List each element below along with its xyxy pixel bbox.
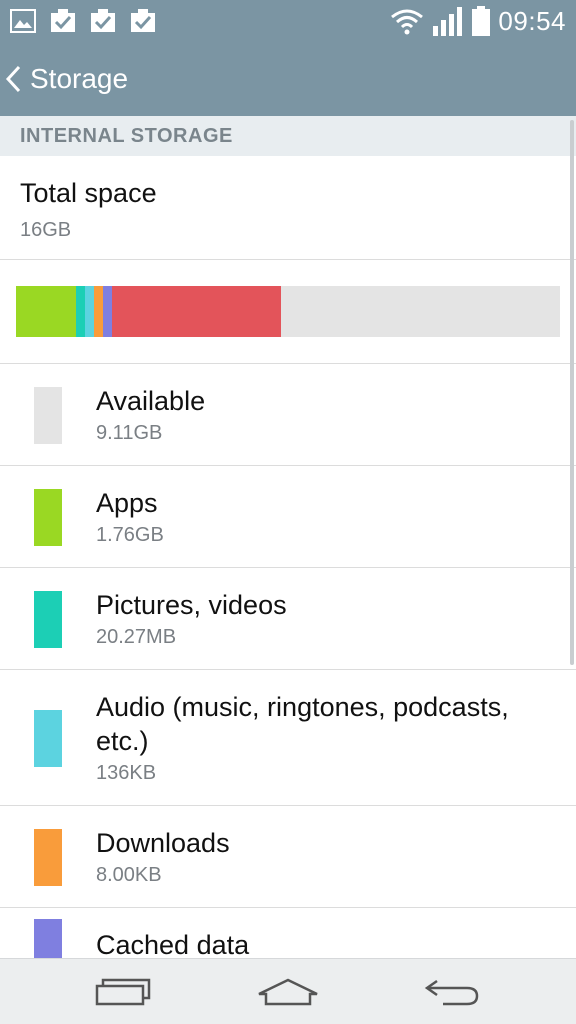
task-check-icon	[91, 9, 115, 32]
usage-segment	[112, 286, 281, 337]
usage-segment	[103, 286, 112, 337]
image-icon	[10, 9, 36, 33]
back-button[interactable]	[413, 967, 493, 1017]
storage-category-item[interactable]: Pictures, videos 20.27MB	[0, 568, 576, 670]
navigation-bar	[0, 958, 576, 1024]
task-check-icon	[51, 9, 75, 32]
category-size: 1.76GB	[96, 524, 164, 546]
category-color-swatch	[34, 591, 62, 648]
category-title: Available	[96, 386, 206, 416]
section-header-label: INTERNAL STORAGE	[20, 124, 233, 147]
total-space-label: Total space	[20, 178, 157, 208]
category-title: Audio (music, ringtones, podcasts, etc.)	[96, 692, 509, 756]
signal-icon	[433, 7, 463, 36]
wifi-icon	[391, 9, 424, 35]
category-color-swatch	[34, 829, 62, 886]
category-title: Pictures, videos	[96, 590, 287, 620]
recent-apps-icon	[95, 978, 150, 1005]
storage-category-item[interactable]: Available 9.11GB	[0, 364, 576, 466]
home-icon	[258, 978, 318, 1005]
storage-usage-bar	[16, 286, 560, 337]
usage-segment	[94, 286, 103, 337]
storage-category-item[interactable]: Apps 1.76GB	[0, 466, 576, 568]
category-title: Cached data	[96, 930, 250, 960]
system-icons: 09:54	[390, 6, 566, 37]
chevron-left-icon[interactable]	[4, 64, 24, 94]
home-button[interactable]	[248, 967, 328, 1017]
recent-apps-button[interactable]	[83, 967, 163, 1017]
usage-bar-row	[0, 260, 576, 364]
clock: 09:54	[498, 5, 566, 36]
total-space-value: 16GB	[20, 219, 72, 241]
category-color-swatch	[34, 710, 62, 767]
category-color-swatch	[34, 489, 62, 546]
category-color-swatch	[34, 387, 62, 444]
scrollbar[interactable]	[570, 120, 574, 665]
category-size: 9.11GB	[96, 422, 163, 444]
section-header: INTERNAL STORAGE	[0, 116, 576, 156]
battery-icon	[472, 6, 491, 36]
category-size: 20.27MB	[96, 626, 177, 648]
back-icon	[425, 979, 479, 1005]
category-title: Apps	[96, 488, 158, 518]
status-bar: 09:54	[0, 0, 576, 42]
usage-segment	[76, 286, 85, 337]
total-space-row: Total space 16GB	[0, 156, 576, 260]
back-navigation[interactable]: Storage	[0, 42, 576, 116]
category-size: 8.00KB	[96, 864, 162, 886]
storage-category-item[interactable]: Audio (music, ringtones, podcasts, etc.)…	[0, 670, 576, 806]
category-size: 136KB	[96, 762, 157, 784]
usage-segment	[85, 286, 94, 337]
usage-segment	[16, 286, 76, 337]
storage-category-list: Available 9.11GB Apps 1.76GB Pictures, video…	[0, 364, 576, 987]
notification-icons	[10, 9, 156, 33]
category-title: Downloads	[96, 828, 230, 858]
page-title: Storage	[30, 63, 129, 94]
task-check-icon	[131, 9, 155, 32]
storage-category-item[interactable]: Downloads 8.00KB	[0, 806, 576, 908]
